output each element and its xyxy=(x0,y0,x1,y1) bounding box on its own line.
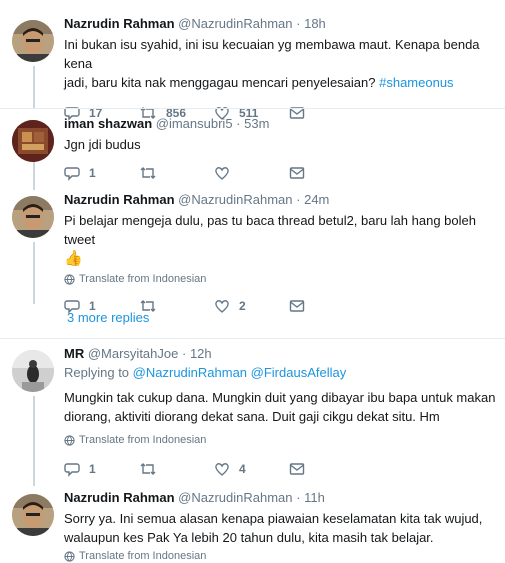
heart-icon xyxy=(215,463,229,476)
thread-line xyxy=(33,242,35,304)
globe-icon xyxy=(64,273,75,285)
retweet-icon xyxy=(140,167,156,179)
author-handle[interactable]: @NazrudinRahman xyxy=(178,16,292,31)
retweet-icon xyxy=(140,463,156,475)
timestamp[interactable]: 53m xyxy=(244,116,269,131)
author-handle[interactable]: @NazrudinRahman xyxy=(178,192,292,207)
separator: · xyxy=(236,116,241,131)
tweet-text: Sorry ya. Ini semua alasan kenapa piawai… xyxy=(64,511,483,545)
tweet-text: Pi belajar mengeja dulu, pas tu baca thr… xyxy=(64,213,476,267)
author-name[interactable]: Nazrudin Rahman xyxy=(64,16,175,31)
like-button[interactable] xyxy=(214,165,289,181)
hashtag-link[interactable]: #shameonus xyxy=(379,75,453,90)
tweet-text: Jgn jdi budus xyxy=(64,137,141,152)
separator: · xyxy=(296,490,301,505)
author-handle[interactable]: @MarsyitahJoe xyxy=(88,346,179,361)
divider xyxy=(0,338,505,339)
translate-link[interactable]: Translate from Indonesian xyxy=(64,273,497,285)
timestamp[interactable]: 11h xyxy=(304,490,325,505)
envelope-icon xyxy=(289,167,305,179)
heart-icon xyxy=(215,300,229,313)
translate-link[interactable]: Translate from Indonesian xyxy=(64,550,497,562)
separator: · xyxy=(296,16,301,31)
avatar[interactable] xyxy=(12,494,54,536)
heart-icon xyxy=(215,167,229,180)
author-handle[interactable]: @NazrudinRahman xyxy=(178,490,292,505)
reply-button[interactable]: 1 xyxy=(64,165,139,181)
author-handle[interactable]: @imansubri5 xyxy=(156,116,233,131)
tweet-actions: 1 xyxy=(64,164,497,182)
more-replies-link[interactable]: 3 more replies xyxy=(67,310,149,325)
tweet-text: Ini bukan isu syahid, ini isu kecuaian y… xyxy=(64,37,480,90)
author-name[interactable]: Nazrudin Rahman xyxy=(64,192,175,207)
timestamp[interactable]: 24m xyxy=(304,192,329,207)
direct-message-button[interactable] xyxy=(289,166,364,180)
timestamp[interactable]: 12h xyxy=(190,346,212,361)
globe-icon xyxy=(64,550,75,562)
retweet-button[interactable] xyxy=(139,298,214,314)
thread-line xyxy=(33,66,35,108)
thread-line xyxy=(33,396,35,486)
globe-icon xyxy=(64,434,75,446)
avatar[interactable] xyxy=(12,196,54,238)
timestamp[interactable]: 18h xyxy=(304,16,326,31)
envelope-icon xyxy=(289,300,305,312)
direct-message-button[interactable] xyxy=(289,299,364,313)
envelope-icon xyxy=(289,463,305,475)
author-name[interactable]: Nazrudin Rahman xyxy=(64,490,175,505)
avatar[interactable] xyxy=(12,350,54,392)
tweet-actions: 1 4 xyxy=(64,460,497,478)
reply-icon xyxy=(64,463,80,477)
reply-button[interactable]: 1 xyxy=(64,461,139,477)
tweet-text: Mungkin tak cukup dana. Mungkin duit yan… xyxy=(64,390,496,424)
separator: · xyxy=(181,346,187,361)
direct-message-button[interactable] xyxy=(289,462,364,476)
separator: · xyxy=(296,192,301,207)
author-name[interactable]: iman shazwan xyxy=(64,116,152,131)
divider xyxy=(0,108,505,109)
retweet-button[interactable] xyxy=(139,461,214,477)
retweet-button[interactable] xyxy=(139,165,214,181)
avatar[interactable] xyxy=(12,20,54,62)
like-button[interactable]: 2 xyxy=(214,298,289,314)
like-button[interactable]: 4 xyxy=(214,461,289,477)
translate-link[interactable]: Translate from Indonesian xyxy=(64,434,497,446)
mention-link[interactable]: @FirdausAfellay xyxy=(251,365,347,380)
mention-link[interactable]: @NazrudinRahman xyxy=(133,365,247,380)
avatar[interactable] xyxy=(12,120,54,162)
reply-icon xyxy=(64,167,80,181)
thread-line xyxy=(33,162,35,190)
replying-to: Replying to @NazrudinRahman @FirdausAfel… xyxy=(64,365,347,380)
thumbs-up-emoji: 👍 xyxy=(64,250,83,267)
author-name[interactable]: MR xyxy=(64,346,84,361)
